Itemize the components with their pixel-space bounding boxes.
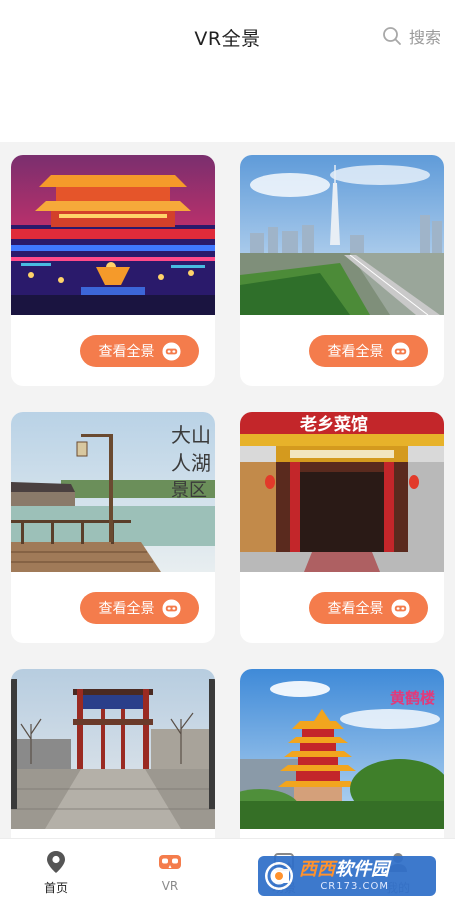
scene-card[interactable]: 大山 人湖 景区 查看全景 <box>11 412 215 643</box>
vr-goggles-icon <box>390 598 410 618</box>
vr-goggles-icon <box>159 855 181 869</box>
view-panorama-button[interactable]: 查看全景 <box>309 335 428 367</box>
watermark-title-part1: 西西 <box>299 858 335 880</box>
view-panorama-label: 查看全景 <box>327 601 384 617</box>
tab-vr-label: VR <box>161 879 179 893</box>
search-icon <box>383 27 401 45</box>
scene-card[interactable] <box>11 669 215 838</box>
scene-card[interactable]: 黄鹤楼 <box>240 669 444 838</box>
scene-card[interactable]: 查看全景 <box>240 155 444 386</box>
city-skyline-photo <box>240 155 444 315</box>
watermark-title-part2: 软件园 <box>335 858 389 880</box>
search-button[interactable]: 搜索 <box>382 24 441 48</box>
scene-card[interactable]: 老乡菜馆 查看全景 <box>240 412 444 643</box>
watermark-logo-icon <box>265 862 293 890</box>
view-panorama-button[interactable]: 查看全景 <box>80 335 199 367</box>
view-panorama-label: 查看全景 <box>98 344 155 360</box>
vr-goggles-icon <box>161 341 181 361</box>
svg-text:黄鹤楼: 黄鹤楼 <box>390 689 435 707</box>
view-panorama-button[interactable]: 查看全景 <box>309 592 428 624</box>
search-label: 搜索 <box>408 28 441 47</box>
tab-vr[interactable]: VR <box>130 849 210 893</box>
lakeside-park-photo: 大山 人湖 景区 <box>11 412 215 572</box>
site-watermark: 西西软件园 CR173.COM <box>258 856 436 896</box>
svg-text:景区: 景区 <box>171 480 207 501</box>
view-panorama-button[interactable]: 查看全景 <box>80 592 199 624</box>
vr-goggles-icon <box>390 341 410 361</box>
view-panorama-label: 查看全景 <box>98 601 155 617</box>
svg-text:大山: 大山 <box>171 423 211 447</box>
palace-night-photo <box>11 155 215 315</box>
restaurant-storefront-photo: 老乡菜馆 <box>240 412 444 572</box>
tab-home[interactable]: 首页 <box>16 849 96 896</box>
svg-text:人湖: 人湖 <box>171 451 211 475</box>
memorial-gate-photo <box>11 669 215 829</box>
watermark-domain: CR173.COM <box>320 880 389 892</box>
scene-card[interactable]: 查看全景 <box>11 155 215 386</box>
view-panorama-label: 查看全景 <box>327 344 384 360</box>
vr-scene-grid: 查看全景 查看全景 大山 人湖 景区 查看全景 老乡菜馆 查看全景 黄鹤楼 <box>0 142 455 838</box>
svg-text:老乡菜馆: 老乡菜馆 <box>299 414 368 435</box>
top-header: VR全景 搜索 <box>0 0 455 142</box>
yellow-crane-tower-photo: 黄鹤楼 <box>240 669 444 829</box>
vr-goggles-icon <box>161 598 181 618</box>
location-pin-icon <box>47 851 65 873</box>
app-screen: VR全景 搜索 查看全景 查看全景 大山 人湖 景区 查看全景 老乡菜馆 查看全… <box>0 0 455 906</box>
tab-home-label: 首页 <box>43 881 68 895</box>
